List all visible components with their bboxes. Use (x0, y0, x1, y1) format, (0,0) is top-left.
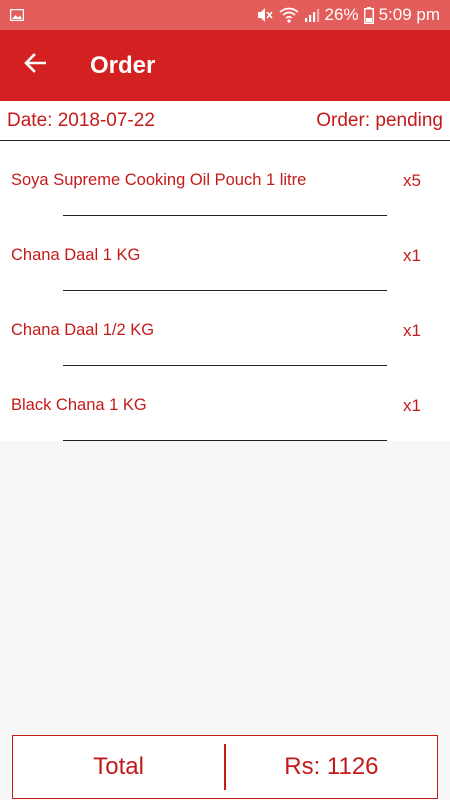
battery-icon (363, 6, 374, 24)
order-info-row: Date: 2018-07-22 Order: pending (0, 101, 450, 141)
signal-icon (304, 7, 320, 23)
list-item[interactable]: Black Chana 1 KG x1 (0, 366, 450, 441)
battery-percent: 26% (324, 5, 359, 24)
item-name: Black Chana 1 KG (11, 396, 147, 414)
status-bar: 26% 5:09 pm (0, 0, 450, 30)
item-name: Chana Daal 1 KG (11, 246, 141, 264)
page-title: Order (90, 51, 156, 79)
order-date: Date: 2018-07-22 (7, 109, 155, 131)
list-item[interactable]: Chana Daal 1 KG x1 (0, 216, 450, 291)
item-quantity: x1 (403, 321, 421, 340)
total-bar: Total Rs: 1126 (12, 735, 438, 799)
back-button[interactable] (0, 30, 70, 101)
item-quantity: x1 (403, 246, 421, 265)
total-label: Total (93, 753, 144, 780)
gallery-icon (10, 9, 24, 21)
clock: 5:09 pm (378, 5, 440, 24)
list-item[interactable]: Soya Supreme Cooking Oil Pouch 1 litre x… (0, 141, 450, 216)
order-status: Order: pending (316, 109, 443, 131)
app-bar: Order (0, 30, 450, 101)
mute-icon (256, 7, 274, 23)
list-item[interactable]: Chana Daal 1/2 KG x1 (0, 291, 450, 366)
item-name: Soya Supreme Cooking Oil Pouch 1 litre (11, 171, 307, 189)
item-quantity: x1 (403, 396, 421, 415)
total-value: Rs: 1126 (284, 753, 379, 780)
arrow-left-icon (24, 53, 47, 78)
order-items-list: Soya Supreme Cooking Oil Pouch 1 litre x… (0, 141, 450, 441)
item-quantity: x5 (403, 171, 421, 190)
wifi-icon (279, 7, 299, 23)
divider (63, 439, 387, 441)
item-name: Chana Daal 1/2 KG (11, 321, 155, 339)
